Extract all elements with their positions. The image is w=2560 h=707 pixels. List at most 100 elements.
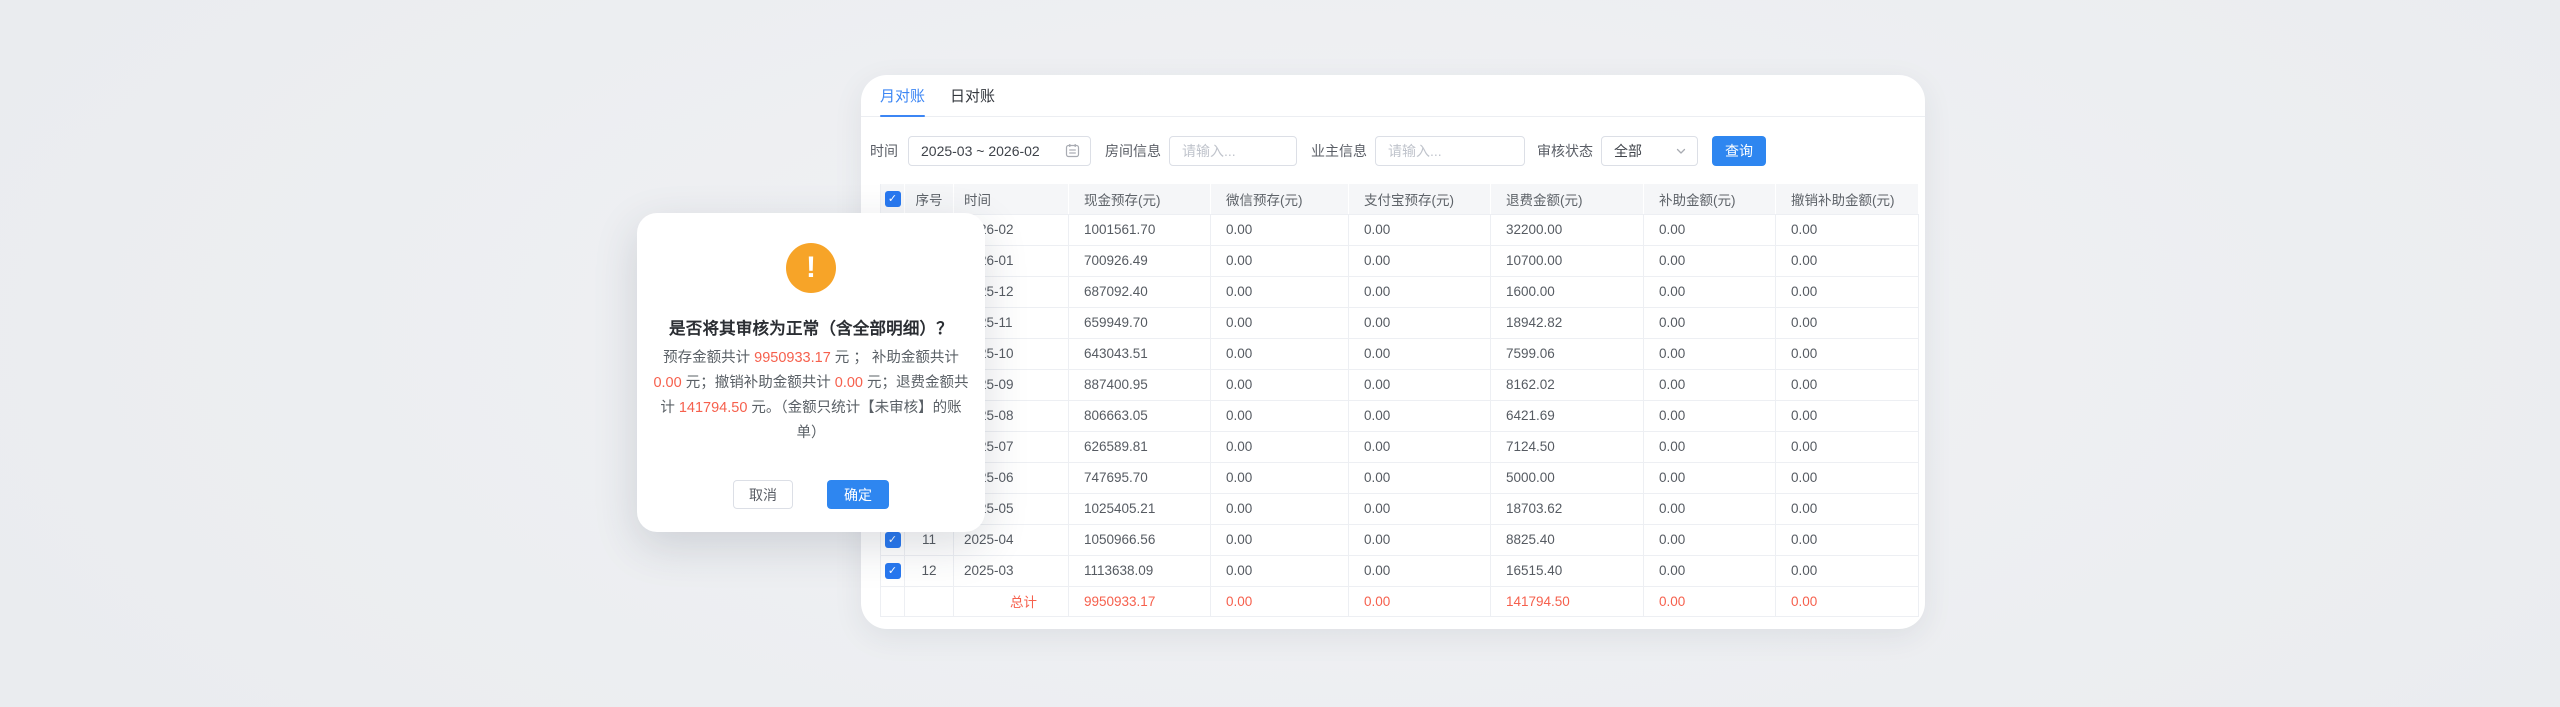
- room-info-input[interactable]: 请输入...: [1169, 136, 1297, 166]
- row-wechat: 0.00: [1211, 524, 1349, 555]
- row-cash: 1113638.09: [1069, 555, 1211, 586]
- row-refund: 18942.82: [1491, 307, 1644, 338]
- row-refund: 5000.00: [1491, 462, 1644, 493]
- row-alipay: 0.00: [1349, 338, 1491, 369]
- calendar-icon: [1065, 143, 1080, 158]
- column-header-refund: 退费金额(元): [1491, 184, 1644, 214]
- row-subsidy: 0.00: [1644, 214, 1776, 245]
- row-subsidy: 0.00: [1644, 493, 1776, 524]
- row-refund: 7599.06: [1491, 338, 1644, 369]
- dialog-text: 元 ； 补助金额共计: [831, 350, 959, 366]
- audit-status-label: 审核状态: [1537, 141, 1593, 161]
- dialog-amount: 0.00: [835, 375, 863, 391]
- table-row: ✓122025-031113638.090.000.0016515.400.00…: [881, 555, 1919, 586]
- owner-info-input[interactable]: 请输入...: [1375, 136, 1525, 166]
- audit-status-value: 全部: [1614, 141, 1642, 161]
- row-cash: 1025405.21: [1069, 493, 1211, 524]
- total-wechat: 0.00: [1211, 586, 1349, 616]
- row-cash: 659949.70: [1069, 307, 1211, 338]
- row-cash: 643043.51: [1069, 338, 1211, 369]
- row-refund: 16515.40: [1491, 555, 1644, 586]
- reconciliation-table: ✓序号时间现金预存(元)微信预存(元)支付宝预存(元)退费金额(元)补助金额(元…: [880, 184, 1919, 617]
- table-row: ✓22026-01700926.490.000.0010700.000.000.…: [881, 245, 1919, 276]
- time-filter-label: 时间: [870, 141, 898, 161]
- confirm-audit-dialog: ! 是否将其审核为正常（含全部明细）？ 预存金额共计 9950933.17 元 …: [637, 213, 985, 532]
- row-refund: 1600.00: [1491, 276, 1644, 307]
- row-wechat: 0.00: [1211, 276, 1349, 307]
- checkbox-checked-icon[interactable]: ✓: [885, 563, 901, 579]
- row-alipay: 0.00: [1349, 524, 1491, 555]
- row-alipay: 0.00: [1349, 369, 1491, 400]
- dialog-text: 预存金额共计: [663, 350, 754, 366]
- table-header-row: ✓序号时间现金预存(元)微信预存(元)支付宝预存(元)退费金额(元)补助金额(元…: [881, 184, 1919, 214]
- row-subsidy: 0.00: [1644, 276, 1776, 307]
- date-range-value: 2025-03 ~ 2026-02: [921, 143, 1040, 159]
- row-alipay: 0.00: [1349, 462, 1491, 493]
- chevron-down-icon: [1675, 145, 1687, 157]
- column-header-month: 时间: [954, 184, 1069, 214]
- row-wechat: 0.00: [1211, 245, 1349, 276]
- table-row: ✓92025-06747695.700.000.005000.000.000.0…: [881, 462, 1919, 493]
- row-refund: 6421.69: [1491, 400, 1644, 431]
- row-wechat: 0.00: [1211, 431, 1349, 462]
- tab-daily-reconciliation[interactable]: 日对账: [950, 75, 995, 116]
- room-info-placeholder: 请输入...: [1182, 141, 1236, 161]
- tab-monthly-reconciliation[interactable]: 月对账: [880, 75, 925, 116]
- row-refund: 18703.62: [1491, 493, 1644, 524]
- warning-icon: !: [786, 243, 836, 293]
- row-wechat: 0.00: [1211, 214, 1349, 245]
- audit-status-select[interactable]: 全部: [1601, 136, 1698, 166]
- dialog-amount: 9950933.17: [754, 350, 831, 366]
- row-subsidy_revoked: 0.00: [1776, 524, 1919, 555]
- warning-icon-glyph: !: [806, 253, 816, 283]
- row-cash: 626589.81: [1069, 431, 1211, 462]
- column-header-index: 序号: [905, 184, 954, 214]
- row-wechat: 0.00: [1211, 369, 1349, 400]
- row-checkbox-cell[interactable]: ✓: [881, 555, 905, 586]
- row-alipay: 0.00: [1349, 493, 1491, 524]
- row-subsidy: 0.00: [1644, 307, 1776, 338]
- dialog-amount: 0.00: [653, 375, 681, 391]
- row-alipay: 0.00: [1349, 555, 1491, 586]
- dialog-message: 预存金额共计 9950933.17 元 ； 补助金额共计 0.00 元；撤销补助…: [653, 346, 969, 446]
- select-all-checkbox-cell[interactable]: ✓: [881, 184, 905, 214]
- reconciliation-panel: 月对账 日对账 时间 2025-03 ~ 2026-02 房间信息 请输入...…: [861, 75, 1925, 629]
- row-subsidy_revoked: 0.00: [1776, 493, 1919, 524]
- owner-info-placeholder: 请输入...: [1388, 141, 1442, 161]
- total-subsidy: 0.00: [1644, 586, 1776, 616]
- row-cash: 747695.70: [1069, 462, 1211, 493]
- row-refund: 8825.40: [1491, 524, 1644, 555]
- owner-info-label: 业主信息: [1311, 141, 1367, 161]
- row-subsidy: 0.00: [1644, 431, 1776, 462]
- checkbox-checked-icon[interactable]: ✓: [885, 532, 901, 548]
- checkbox-checked-icon[interactable]: ✓: [885, 191, 901, 207]
- total-refund: 141794.50: [1491, 586, 1644, 616]
- total-cash: 9950933.17: [1069, 586, 1211, 616]
- row-alipay: 0.00: [1349, 245, 1491, 276]
- table-row: ✓112025-041050966.560.000.008825.400.000…: [881, 524, 1919, 555]
- row-subsidy_revoked: 0.00: [1776, 307, 1919, 338]
- column-header-subsidy_revoked: 撤销补助金额(元): [1776, 184, 1919, 214]
- table-row: ✓42025-11659949.700.000.0018942.820.000.…: [881, 307, 1919, 338]
- total-label: 总计: [954, 586, 1069, 616]
- row-alipay: 0.00: [1349, 214, 1491, 245]
- date-range-input[interactable]: 2025-03 ~ 2026-02: [908, 136, 1091, 166]
- dialog-amount: 141794.50: [679, 400, 748, 416]
- cancel-button[interactable]: 取消: [733, 480, 793, 509]
- confirm-button[interactable]: 确定: [827, 480, 889, 509]
- row-subsidy_revoked: 0.00: [1776, 245, 1919, 276]
- row-alipay: 0.00: [1349, 400, 1491, 431]
- row-subsidy: 0.00: [1644, 245, 1776, 276]
- column-header-wechat: 微信预存(元): [1211, 184, 1349, 214]
- row-refund: 32200.00: [1491, 214, 1644, 245]
- table-row: ✓72025-08806663.050.000.006421.690.000.0…: [881, 400, 1919, 431]
- row-subsidy: 0.00: [1644, 400, 1776, 431]
- row-month: 2025-03: [954, 555, 1069, 586]
- row-subsidy: 0.00: [1644, 462, 1776, 493]
- search-button[interactable]: 查询: [1712, 136, 1766, 166]
- row-wechat: 0.00: [1211, 462, 1349, 493]
- table-row: ✓52025-10643043.510.000.007599.060.000.0…: [881, 338, 1919, 369]
- dialog-text: 元；撤销补助金额共计: [682, 375, 835, 391]
- row-subsidy_revoked: 0.00: [1776, 431, 1919, 462]
- total-empty-cell: [881, 586, 905, 616]
